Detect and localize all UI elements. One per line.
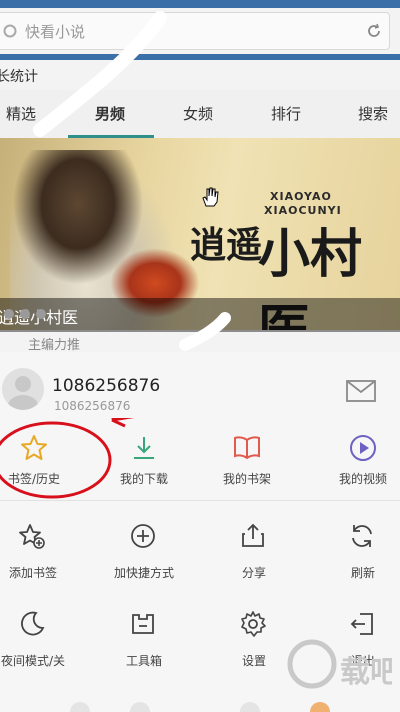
banner-latin-title-1: XIAOYAO xyxy=(270,190,332,203)
share-icon xyxy=(239,522,267,554)
refresh-button[interactable]: 刷新 xyxy=(318,522,400,592)
toolbox-button[interactable]: 工具箱 xyxy=(99,610,189,680)
hand-cursor-icon xyxy=(202,187,219,207)
carousel-indicator xyxy=(0,304,394,323)
stats-label: 长统计 xyxy=(0,69,38,85)
add-bookmark-label: 添加书签 xyxy=(8,566,57,580)
search-placeholder: 快看小说 xyxy=(25,23,86,41)
star-add-icon xyxy=(18,522,46,554)
share-button[interactable]: 分享 xyxy=(209,522,299,592)
tab-male[interactable]: 男频 xyxy=(95,103,125,124)
status-strip xyxy=(0,0,400,8)
section-header: 主编力推 xyxy=(0,332,400,353)
banner-caption: 逍遥小村医 xyxy=(0,298,400,332)
search-icon xyxy=(3,23,17,42)
category-tabs: 精选 男频 女频 排行 搜索 xyxy=(0,90,400,138)
add-shortcut-button[interactable]: 加快捷方式 xyxy=(99,522,189,592)
add-shortcut-label: 加快捷方式 xyxy=(113,566,174,580)
night-mode-label: 夜间模式/关 xyxy=(0,654,66,668)
tab-selected[interactable]: 精选 xyxy=(6,103,36,124)
user-id: 1086256876 xyxy=(54,399,131,413)
avatar[interactable] xyxy=(2,368,44,410)
refresh-icon[interactable] xyxy=(365,22,383,44)
stats-row: 长统计 xyxy=(0,60,400,90)
toolbox-icon xyxy=(129,610,157,642)
banner-title-small: 逍遥 xyxy=(190,224,263,266)
svg-text:载吧: 载吧 xyxy=(340,655,392,690)
toolbox-label: 工具箱 xyxy=(125,654,162,668)
moon-icon xyxy=(18,610,46,642)
plus-circle-icon xyxy=(129,522,157,554)
share-label: 分享 xyxy=(241,566,266,580)
night-mode-button[interactable]: 夜间模式/关 xyxy=(0,610,78,680)
annotation-overlay xyxy=(0,418,135,499)
site-watermark-logo: 载吧 xyxy=(282,630,400,704)
refresh-label: 刷新 xyxy=(350,566,375,580)
search-bar: 快看小说 xyxy=(0,8,400,54)
user-name[interactable]: 1086256876 xyxy=(52,376,160,396)
search-input[interactable]: 快看小说 xyxy=(0,12,390,50)
add-bookmark-button[interactable]: 添加书签 xyxy=(0,522,78,592)
tab-female[interactable]: 女频 xyxy=(183,103,213,124)
tab-ranking[interactable]: 排行 xyxy=(271,103,301,124)
tab-search[interactable]: 搜索 xyxy=(358,103,388,124)
mail-icon[interactable] xyxy=(346,380,376,406)
refresh-icon xyxy=(348,522,376,554)
section-title: 主编力推 xyxy=(28,338,81,353)
gear-icon xyxy=(239,610,267,642)
